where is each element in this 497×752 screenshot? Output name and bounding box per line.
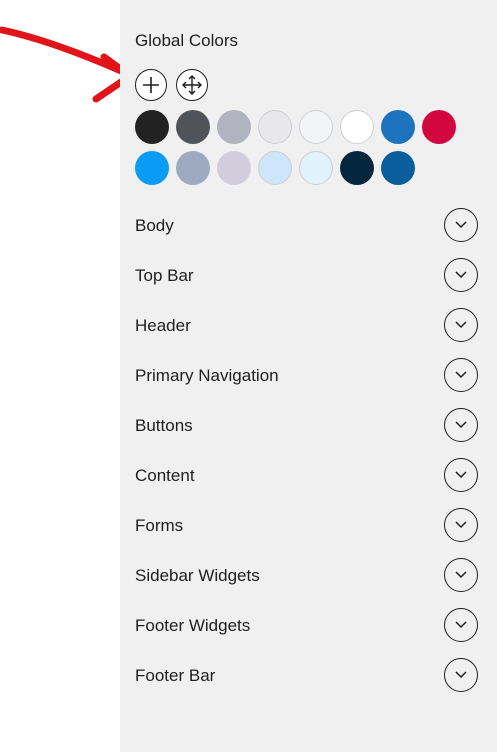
section-label-primary-navigation: Primary Navigation: [135, 366, 279, 385]
color-swatch[interactable]: [258, 110, 292, 144]
color-swatch[interactable]: [176, 110, 210, 144]
color-swatch[interactable]: [217, 151, 251, 185]
section-label-top-bar: Top Bar: [135, 266, 194, 285]
color-swatch[interactable]: [340, 151, 374, 185]
color-swatch[interactable]: [299, 110, 333, 144]
section-label-body: Body: [135, 216, 174, 235]
color-swatch[interactable]: [135, 110, 169, 144]
section-toggle-sidebar-widgets[interactable]: [444, 558, 478, 592]
global-colors-title: Global Colors: [135, 31, 238, 50]
chevron-down-icon: [455, 421, 467, 429]
section-toggle-primary-navigation[interactable]: [444, 358, 478, 392]
customizer-panel: Global Colors Body Top Bar Header Primary N…: [120, 0, 497, 752]
section-toggle-top-bar[interactable]: [444, 258, 478, 292]
section-toggle-buttons[interactable]: [444, 408, 478, 442]
reorder-colors-button[interactable]: [176, 69, 208, 101]
chevron-down-icon: [455, 371, 467, 379]
section-label-header: Header: [135, 316, 191, 335]
color-swatch[interactable]: [217, 110, 251, 144]
chevron-down-icon: [455, 321, 467, 329]
chevron-down-icon: [455, 521, 467, 529]
section-toggle-footer-bar[interactable]: [444, 658, 478, 692]
plus-icon: [143, 77, 159, 93]
section-toggle-body[interactable]: [444, 208, 478, 242]
section-label-footer-bar: Footer Bar: [135, 666, 216, 685]
section-label-sidebar-widgets: Sidebar Widgets: [135, 566, 260, 585]
color-swatch[interactable]: [381, 151, 415, 185]
section-toggle-forms[interactable]: [444, 508, 478, 542]
color-swatch[interactable]: [340, 110, 374, 144]
chevron-down-icon: [455, 571, 467, 579]
chevron-down-icon: [455, 621, 467, 629]
section-label-content: Content: [135, 466, 195, 485]
chevron-down-icon: [455, 221, 467, 229]
section-toggle-footer-widgets[interactable]: [444, 608, 478, 642]
color-swatch[interactable]: [381, 110, 415, 144]
color-swatch[interactable]: [176, 151, 210, 185]
chevron-down-icon: [455, 471, 467, 479]
color-swatch[interactable]: [258, 151, 292, 185]
section-toggle-content[interactable]: [444, 458, 478, 492]
section-toggle-header[interactable]: [444, 308, 478, 342]
move-icon: [182, 75, 202, 95]
add-color-button[interactable]: [135, 69, 167, 101]
section-label-forms: Forms: [135, 516, 184, 535]
chevron-down-icon: [455, 271, 467, 279]
color-swatch[interactable]: [135, 151, 169, 185]
chevron-down-icon: [455, 671, 467, 679]
section-label-footer-widgets: Footer Widgets: [135, 616, 251, 635]
section-label-buttons: Buttons: [135, 416, 193, 435]
color-swatch[interactable]: [299, 151, 333, 185]
color-swatch[interactable]: [422, 110, 456, 144]
